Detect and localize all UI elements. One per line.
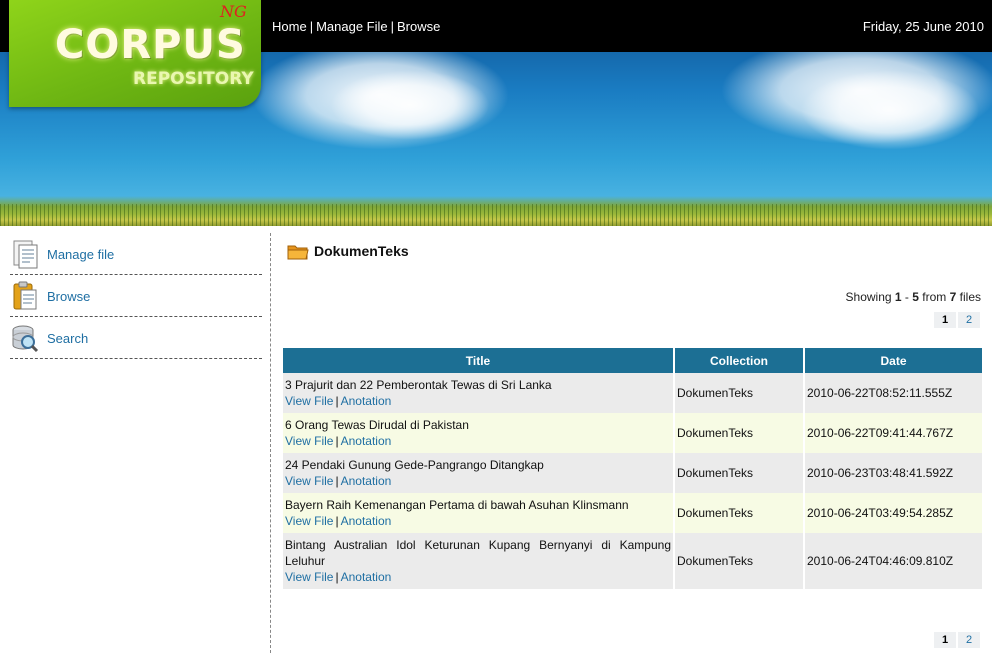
file-title: Bayern Raih Kemenangan Pertama di bawah … [285,498,629,512]
file-title: Bintang Australian Idol Keturunan Kupang… [285,538,671,568]
view-file-link[interactable]: View File [285,394,333,408]
clipboard-icon [11,281,39,311]
table-header-row: Title Collection Date [283,348,982,373]
column-divider [270,233,271,653]
nav-browse-link[interactable]: Browse [397,19,440,34]
page-2-link[interactable]: 2 [958,632,980,648]
table-row: 6 Orang Tewas Dirudal di Pakistan View F… [283,413,982,453]
table-row: Bintang Australian Idol Keturunan Kupang… [283,533,982,589]
table-row: 3 Prajurit dan 22 Pemberontak Tewas di S… [283,373,982,413]
header-banner: Home | Manage File | Browse Friday, 25 June … [0,0,992,226]
date-cell: 2010-06-23T03:48:41.592Z [804,453,982,493]
page-1-button[interactable]: 1 [934,632,956,648]
cloud-decoration [800,70,980,150]
sidebar-item-label[interactable]: Manage file [47,247,114,262]
row-actions: View File | Anotation [285,393,671,409]
title-cell: 24 Pendaki Gunung Gede-Pangrango Ditangk… [283,453,675,493]
sidebar: Manage file Browse Search [10,233,262,359]
sidebar-item-manage-file[interactable]: Manage file [10,233,262,275]
folder-icon [287,243,309,261]
row-actions: View File | Anotation [285,433,671,449]
link-separator: | [335,570,339,584]
sidebar-item-label[interactable]: Browse [47,289,90,304]
file-title: 6 Orang Tewas Dirudal di Pakistan [285,418,469,432]
anotation-link[interactable]: Anotation [341,474,392,488]
result-count: Showing 1 - 5 from 7 files [846,290,981,304]
date-cell: 2010-06-24T04:46:09.810Z [804,533,982,589]
document-icon [11,239,39,269]
nav-home-link[interactable]: Home [272,19,307,34]
anotation-link[interactable]: Anotation [341,570,392,584]
anotation-link[interactable]: Anotation [341,434,392,448]
database-search-icon [11,323,39,353]
link-separator: | [335,434,339,448]
table-row: 24 Pendaki Gunung Gede-Pangrango Ditangk… [283,453,982,493]
table-row: Bayern Raih Kemenangan Pertama di bawah … [283,493,982,533]
nav-separator: | [390,19,395,34]
view-file-link[interactable]: View File [285,514,333,528]
view-file-link[interactable]: View File [285,474,333,488]
main-nav: Home | Manage File | Browse [272,19,440,34]
anotation-link[interactable]: Anotation [341,514,392,528]
sidebar-item-search[interactable]: Search [10,317,262,359]
sidebar-item-browse[interactable]: Browse [10,275,262,317]
grass-texture [0,204,992,226]
cloud-decoration [330,70,490,140]
files-table: Title Collection Date 3 Prajurit dan 22 … [283,348,982,589]
view-file-link[interactable]: View File [285,570,333,584]
pagination-top: 12 [932,312,980,328]
anotation-link[interactable]: Anotation [341,394,392,408]
date-cell: 2010-06-22T08:52:11.555Z [804,373,982,413]
logo-title: CORPUS [55,22,246,68]
title-cell: 3 Prajurit dan 22 Pemberontak Tewas di S… [283,373,675,413]
current-date: Friday, 25 June 2010 [862,19,984,34]
folder-title-text: DokumenTeks [314,243,409,259]
collection-cell: DokumenTeks [674,493,805,533]
file-title: 3 Prajurit dan 22 Pemberontak Tewas di S… [285,378,552,392]
pagination-bottom: 12 [932,632,980,648]
showing-mid: from [918,290,950,304]
title-cell: Bayern Raih Kemenangan Pertama di bawah … [283,493,675,533]
showing-to: 5 [912,290,919,304]
link-separator: | [335,474,339,488]
collection-cell: DokumenTeks [674,373,805,413]
nav-separator: | [309,19,314,34]
showing-dash: - [901,290,913,304]
link-separator: | [335,394,339,408]
date-cell: 2010-06-24T03:49:54.285Z [804,493,982,533]
view-file-link[interactable]: View File [285,434,333,448]
date-cell: 2010-06-22T09:41:44.767Z [804,413,982,453]
logo-subtitle: REPOSITORY [133,69,254,89]
title-cell: Bintang Australian Idol Keturunan Kupang… [283,533,675,589]
row-actions: View File | Anotation [285,569,671,585]
page-2-link[interactable]: 2 [958,312,980,328]
row-actions: View File | Anotation [285,473,671,489]
column-header-date[interactable]: Date [804,348,982,373]
collection-cell: DokumenTeks [674,533,805,589]
file-title: 24 Pendaki Gunung Gede-Pangrango Ditangk… [285,458,544,472]
column-header-collection[interactable]: Collection [674,348,805,373]
page-1-button[interactable]: 1 [934,312,956,328]
logo[interactable]: CORPUS REPOSITORY NG [9,0,261,107]
sidebar-item-label[interactable]: Search [47,331,88,346]
showing-from: 1 [894,290,902,304]
nav-manage-file-link[interactable]: Manage File [316,19,388,34]
title-cell: 6 Orang Tewas Dirudal di Pakistan View F… [283,413,675,453]
column-header-title[interactable]: Title [283,348,675,373]
collection-cell: DokumenTeks [674,453,805,493]
link-separator: | [335,514,339,528]
collection-cell: DokumenTeks [674,413,805,453]
showing-suffix: files [956,290,981,304]
logo-ng-mark: NG [220,2,247,21]
row-actions: View File | Anotation [285,513,671,529]
showing-prefix: Showing [845,290,895,304]
